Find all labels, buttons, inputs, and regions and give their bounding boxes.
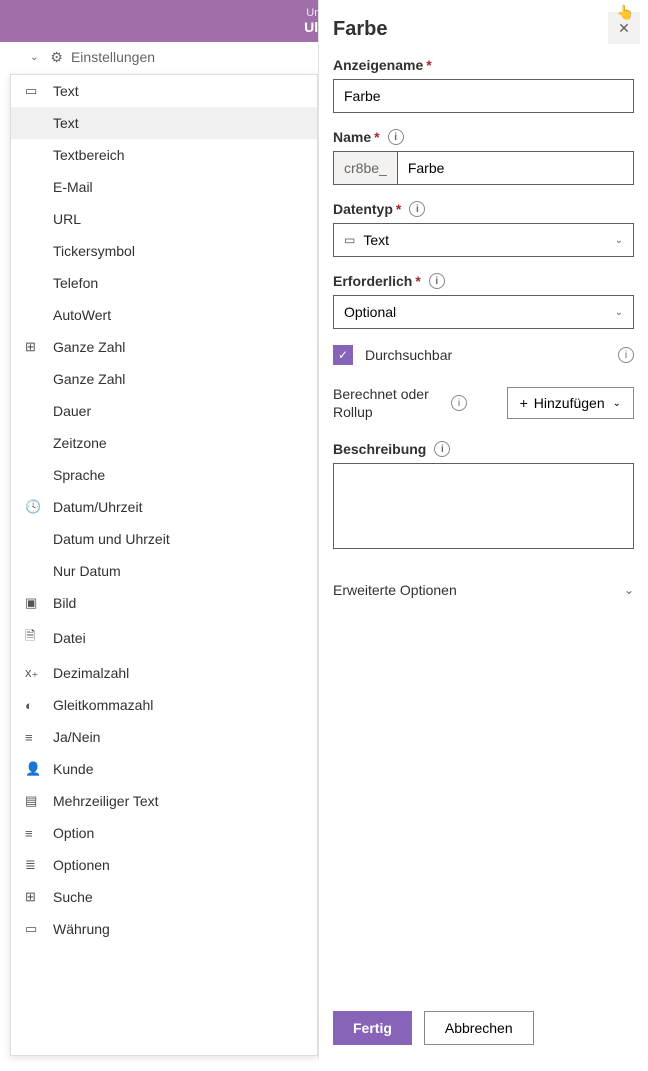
datatype-option[interactable]: ◐Gleitkommazahl: [11, 689, 317, 721]
required-select[interactable]: Optional ⌄: [333, 295, 634, 329]
category-icon: ▭: [25, 83, 45, 99]
datatype-select[interactable]: ▭ Text ⌄: [333, 223, 634, 257]
display-name-label: Anzeigename*: [333, 57, 634, 73]
calc-label: Berechnet oder Rollup: [333, 385, 443, 421]
type-icon: ≡: [25, 730, 45, 745]
datatype-option[interactable]: Textbereich: [11, 139, 317, 171]
datatype-option[interactable]: ≡Option: [11, 817, 317, 849]
name-label: Name* i: [333, 129, 634, 145]
info-icon[interactable]: i: [434, 441, 450, 457]
datatype-option[interactable]: Dauer: [11, 395, 317, 427]
type-icon: x₊: [25, 665, 45, 681]
info-icon[interactable]: i: [388, 129, 404, 145]
datatype-category[interactable]: ⊞Ganze Zahl: [11, 331, 317, 363]
type-icon: 👤: [25, 761, 45, 777]
searchable-label: Durchsuchbar: [365, 347, 452, 363]
datatype-option[interactable]: ▤Mehrzeiliger Text: [11, 785, 317, 817]
close-button[interactable]: ✕: [608, 12, 640, 44]
datatype-option[interactable]: 🗎Datei: [11, 619, 317, 657]
datatype-option[interactable]: ≣Optionen: [11, 849, 317, 881]
info-icon[interactable]: i: [451, 395, 467, 411]
type-icon: ▣: [25, 595, 45, 611]
datatype-option[interactable]: Datum und Uhrzeit: [11, 523, 317, 555]
type-icon: 🗎: [25, 627, 45, 649]
chevron-down-icon: ⌄: [615, 235, 623, 246]
datatype-option[interactable]: Tickersymbol: [11, 235, 317, 267]
datatype-option[interactable]: Zeitzone: [11, 427, 317, 459]
datatype-label: Datentyp* i: [333, 201, 634, 217]
category-icon: 🕓: [25, 499, 45, 515]
datatype-option[interactable]: 👤Kunde: [11, 753, 317, 785]
datatype-option[interactable]: ≡Ja/Nein: [11, 721, 317, 753]
plus-icon: +: [520, 395, 528, 411]
datatype-option[interactable]: ▭Währung: [11, 913, 317, 945]
type-icon: ▤: [25, 793, 45, 809]
datatype-option[interactable]: Telefon: [11, 267, 317, 299]
datatype-option[interactable]: Ganze Zahl: [11, 363, 317, 395]
settings-label: Einstellungen: [71, 49, 155, 65]
name-input[interactable]: [397, 151, 634, 185]
info-icon[interactable]: i: [618, 347, 634, 363]
text-type-icon: ▭: [344, 233, 355, 247]
description-textarea[interactable]: [333, 463, 634, 549]
cancel-button[interactable]: Abbrechen: [424, 1011, 534, 1045]
type-icon: ◐: [25, 698, 45, 713]
column-properties-panel: Farbe ✕ 👆 Anzeigename* Name* i cr8be_ Da…: [318, 0, 648, 1059]
datatype-option[interactable]: x₊Dezimalzahl: [11, 657, 317, 689]
required-label: Erforderlich* i: [333, 273, 634, 289]
info-icon[interactable]: i: [429, 273, 445, 289]
type-icon: ≡: [25, 826, 45, 841]
datatype-option[interactable]: ⊞Suche: [11, 881, 317, 913]
chevron-down-icon: ⌄: [613, 398, 621, 409]
datatype-option[interactable]: Text: [11, 107, 317, 139]
datatype-option[interactable]: Nur Datum: [11, 555, 317, 587]
done-button[interactable]: Fertig: [333, 1011, 412, 1045]
category-icon: ⊞: [25, 339, 45, 355]
datatype-dropdown[interactable]: ▭TextTextTextbereichE-MailURLTickersymbo…: [10, 74, 318, 1056]
datatype-option[interactable]: ▣Bild: [11, 587, 317, 619]
datatype-option[interactable]: URL: [11, 203, 317, 235]
datatype-option[interactable]: Sprache: [11, 459, 317, 491]
add-calc-button[interactable]: + Hinzufügen ⌄: [507, 387, 634, 419]
gear-icon: ⚙: [50, 49, 63, 66]
type-icon: ≣: [25, 857, 45, 873]
panel-title: Farbe: [333, 18, 634, 41]
name-prefix: cr8be_: [333, 151, 397, 185]
info-icon[interactable]: i: [409, 201, 425, 217]
datatype-option[interactable]: E-Mail: [11, 171, 317, 203]
datatype-category[interactable]: ▭Text: [11, 75, 317, 107]
chevron-down-icon: ⌄: [615, 307, 623, 318]
type-icon: ⊞: [25, 889, 45, 905]
datatype-option[interactable]: AutoWert: [11, 299, 317, 331]
searchable-checkbox[interactable]: ✓: [333, 345, 353, 365]
advanced-options-toggle[interactable]: Erweiterte Optionen ⌄: [333, 570, 634, 610]
chevron-down-icon: ⌄: [624, 583, 634, 597]
display-name-input[interactable]: [333, 79, 634, 113]
chevron-down-icon: ⌄: [30, 52, 38, 63]
description-label: Beschreibung i: [333, 441, 634, 457]
type-icon: ▭: [25, 921, 45, 937]
datatype-category[interactable]: 🕓Datum/Uhrzeit: [11, 491, 317, 523]
